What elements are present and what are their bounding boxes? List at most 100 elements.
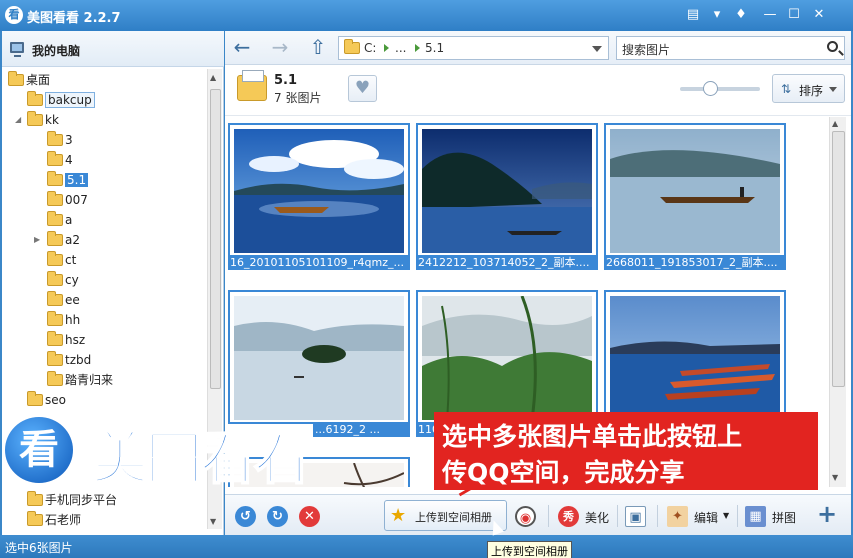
slideshow-icon[interactable]: ▣ — [625, 506, 646, 527]
photo-lake-island — [234, 296, 404, 420]
tree-item-a2[interactable]: a2 — [47, 231, 80, 249]
collage-label[interactable]: 拼图 — [772, 509, 796, 526]
folder-icon — [47, 171, 63, 186]
tree-item-tzbd[interactable]: tzbd — [47, 351, 91, 369]
grid-scrollbar[interactable]: ▲ ▼ — [829, 117, 846, 487]
add-icon[interactable]: + — [817, 500, 837, 528]
tree-item-5-1[interactable]: 5.1 — [47, 171, 89, 189]
sidebar-scroll-thumb[interactable] — [210, 89, 221, 389]
thumbnail-caption[interactable]: 2412212_103714052_2_副本.... — [416, 256, 598, 270]
weibo-icon[interactable]: ◉ — [515, 506, 536, 527]
grid-scroll-thumb[interactable] — [832, 131, 845, 387]
tree-item-a[interactable]: a — [47, 211, 72, 229]
photo-misty-lake-fisherman — [610, 129, 780, 253]
scroll-up-icon[interactable]: ▲ — [832, 119, 838, 128]
title-bar: 看 美图看看 2.2.7 ▤ ▾ ♦ — ☐ ✕ — [0, 0, 853, 31]
status-text: 选中6张图片 — [5, 541, 73, 555]
meitu-logo-icon: 看 — [2, 414, 76, 486]
tree-item-hsz[interactable]: hsz — [47, 331, 85, 349]
tree-item-teacher-shi[interactable]: 石老师 — [27, 511, 81, 529]
back-arrow-icon[interactable]: ← — [231, 37, 253, 59]
edit-dropdown-icon[interactable]: ▼ — [723, 511, 729, 520]
favorite-heart-icon[interactable]: ♥ — [348, 75, 377, 102]
thumbnail[interactable] — [416, 290, 598, 424]
tree-item-cy[interactable]: cy — [47, 271, 79, 289]
my-computer-header[interactable]: 我的电脑 — [2, 31, 224, 67]
search-input[interactable]: 搜索图片 — [616, 36, 845, 60]
address-drive[interactable]: C: — [364, 41, 376, 55]
upload-label: 上传到空间相册 — [415, 511, 492, 524]
rotate-left-icon[interactable]: ↺ — [235, 506, 256, 527]
tree-item-ct[interactable]: ct — [47, 251, 76, 269]
scroll-down-icon[interactable]: ▼ — [210, 517, 216, 526]
thumbnail-caption[interactable]: 16_20101105101109_r4qmz_... — [228, 256, 410, 270]
rotate-right-icon[interactable]: ↻ — [267, 506, 288, 527]
tree-item-desktop[interactable]: 桌面 — [8, 71, 50, 89]
folder-icon — [27, 91, 43, 106]
tree-item-taqing[interactable]: 踏青归来 — [47, 371, 113, 389]
status-bar: 选中6张图片 — [0, 535, 853, 558]
folder-icon — [47, 151, 63, 166]
breadcrumb-arrow-icon[interactable] — [415, 44, 420, 52]
forward-arrow-icon[interactable]: → — [269, 37, 291, 59]
feedback-icon[interactable]: ▤ — [683, 6, 703, 24]
tree-item-4[interactable]: 4 — [47, 151, 73, 169]
thumbnail[interactable] — [416, 123, 598, 257]
tree-item-ee[interactable]: ee — [47, 291, 80, 309]
tree-item-kk[interactable]: kk — [27, 111, 59, 129]
meitu-watermark: 看 美图看看 — [0, 410, 360, 493]
photo-lake-boat-clouds — [234, 129, 404, 253]
address-current[interactable]: 5.1 — [425, 41, 444, 55]
address-ellipsis[interactable]: ... — [395, 41, 406, 55]
edit-wand-icon[interactable]: ✦ — [667, 506, 688, 527]
search-placeholder: 搜索图片 — [622, 43, 671, 57]
close-button[interactable]: ✕ — [809, 6, 829, 24]
tree-item-hh[interactable]: hh — [47, 311, 80, 329]
sort-button[interactable]: ⇅ 排序 — [772, 74, 845, 103]
chevron-down-icon — [829, 87, 837, 92]
thumbnail[interactable] — [228, 290, 410, 424]
photo-dark-lake-hill — [422, 129, 592, 253]
up-folder-icon[interactable]: ⇧ — [307, 37, 329, 59]
scroll-down-icon[interactable]: ▼ — [832, 473, 838, 482]
main-menu-icon[interactable]: ▾ — [707, 6, 727, 24]
navigation-toolbar: ← → ⇧ C: ... 5.1 搜索图片 — [225, 31, 851, 65]
tree-item-007[interactable]: 007 — [47, 191, 88, 209]
skin-icon[interactable]: ♦ — [731, 6, 751, 24]
folder-icon — [47, 331, 63, 346]
tree-item-seo[interactable]: seo — [27, 391, 66, 409]
separator — [657, 505, 658, 527]
beautify-label[interactable]: 美化 — [585, 509, 609, 526]
folder-icon — [47, 191, 63, 206]
expand-arrow-icon[interactable]: ▶ — [34, 235, 40, 244]
minimize-button[interactable]: — — [760, 6, 780, 24]
breadcrumb-arrow-icon[interactable] — [384, 44, 389, 52]
folder-icon — [47, 131, 63, 146]
separator — [737, 505, 738, 527]
delete-icon[interactable]: ✕ — [299, 506, 320, 527]
separator — [548, 505, 549, 527]
bottom-toolbar: ↺ ↻ ✕ ★ 上传到空间相册 ◉ 秀 美化 ▣ ✦ 编辑 ▼ ▦ 拼图 + — [225, 494, 851, 535]
thumbnail-caption[interactable]: 2668011_191853017_2_副本.... — [604, 256, 786, 270]
folder-icon — [27, 111, 43, 126]
thumbnail[interactable] — [228, 123, 410, 257]
tree-item-3[interactable]: 3 — [47, 131, 73, 149]
thumbnail[interactable] — [604, 290, 786, 424]
collage-icon[interactable]: ▦ — [745, 506, 766, 527]
address-dropdown-icon[interactable] — [592, 46, 602, 52]
beautify-icon[interactable]: 秀 — [558, 506, 579, 527]
thumbnail-size-slider[interactable] — [680, 87, 760, 91]
collapse-arrow-icon[interactable]: ◢ — [15, 115, 21, 124]
edit-label[interactable]: 编辑 — [694, 509, 718, 526]
maximize-button[interactable]: ☐ — [784, 6, 804, 24]
search-icon[interactable] — [827, 41, 838, 52]
thumbnail[interactable] — [604, 123, 786, 257]
photo-boats-dusk — [610, 296, 780, 420]
app-logo-icon: 看 — [5, 6, 23, 24]
photo-bamboo-fog — [422, 296, 592, 420]
slider-knob[interactable] — [703, 81, 718, 96]
tree-item-bakcup[interactable]: bakcup — [27, 91, 95, 109]
address-bar[interactable]: C: ... 5.1 — [338, 36, 609, 60]
folder-icon — [47, 251, 63, 266]
scroll-up-icon[interactable]: ▲ — [210, 73, 216, 82]
